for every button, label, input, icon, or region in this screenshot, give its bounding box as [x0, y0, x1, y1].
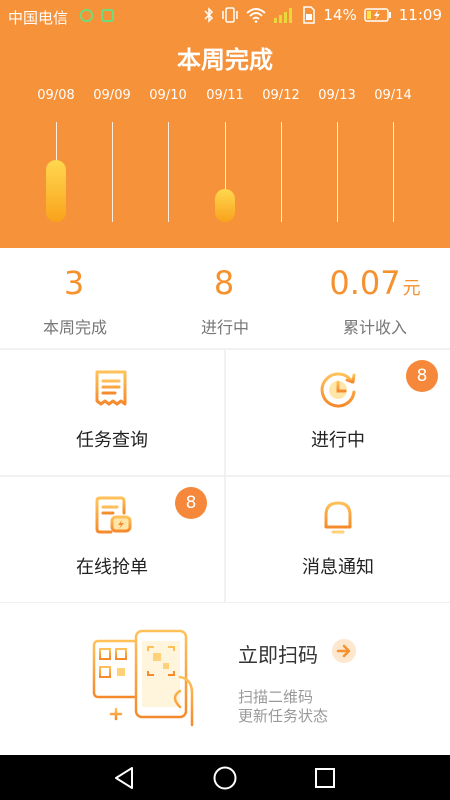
scan-qr-banner[interactable]: 立即扫码 扫描二维码 更新任务状态: [0, 603, 450, 755]
status-bar: 中国电信 14% 11:09: [0, 0, 450, 32]
app-notification-icon: [101, 9, 114, 22]
back-icon[interactable]: [112, 765, 138, 791]
stat-number: 8: [213, 264, 235, 302]
date-label: 09/11: [206, 88, 244, 103]
date-label: 09/14: [374, 88, 412, 103]
stat-value: 0.07 元: [300, 264, 450, 302]
day-track-line: [337, 122, 338, 222]
notifications-label: 消息通知: [302, 557, 374, 578]
grab-order-button[interactable]: 在线抢单 8: [0, 477, 224, 602]
scan-subtitle-line1: 扫描二维码: [238, 688, 314, 706]
date-label: 09/10: [149, 88, 187, 103]
home-icon[interactable]: [212, 765, 238, 791]
day-progress-bar: [46, 160, 66, 222]
stat-unit: 元: [402, 278, 421, 299]
in-progress-button[interactable]: 进行中 8: [226, 350, 450, 475]
receipt-icon: [95, 370, 127, 406]
battery-percent: 14%: [323, 6, 357, 24]
stat-value: 8: [150, 264, 300, 302]
page-title: 本周完成: [177, 46, 273, 74]
weekly-progress-tracks: [0, 122, 450, 222]
vibrate-icon: [222, 7, 239, 23]
notifications-button[interactable]: 消息通知: [226, 477, 450, 602]
battery-charging-icon: [364, 8, 391, 22]
arrow-right-icon[interactable]: [332, 639, 356, 663]
day-track-line: [393, 122, 394, 222]
day-track-line: [112, 122, 113, 222]
grab-order-badge: 8: [175, 487, 207, 519]
clock-time: 11:09: [398, 6, 442, 24]
in-progress-label: 进行中: [311, 430, 365, 451]
stat-in-progress[interactable]: 8 进行中: [150, 248, 300, 348]
scan-subtitle-line2: 更新任务状态: [238, 707, 329, 725]
phone-scan-qr-icon: [92, 629, 194, 727]
stat-week-completed[interactable]: 3 本周完成: [0, 248, 150, 348]
order-bolt-icon: [95, 496, 132, 534]
stats-row: 3 本周完成 8 进行中 0.07 元 累计收入: [0, 248, 450, 348]
task-query-label: 任务查询: [76, 430, 148, 451]
stat-label: 进行中: [200, 318, 249, 337]
stat-label: 累计收入: [342, 318, 407, 337]
scan-title: 立即扫码: [238, 643, 318, 667]
stat-number: 0.07: [329, 264, 401, 302]
bluetooth-icon: [204, 7, 214, 23]
day-track-line: [168, 122, 169, 222]
day-track-line: [281, 122, 282, 222]
date-label: 09/12: [262, 88, 300, 103]
bell-icon: [320, 497, 356, 534]
signal-icon: [274, 8, 293, 23]
weekly-header: 中国电信 14% 11:09 本周完成 09/08 09/09 09/10 09…: [0, 0, 450, 248]
date-label: 09/08: [37, 88, 75, 103]
notification-icon: [80, 9, 93, 22]
stat-number: 3: [63, 264, 85, 302]
wifi-icon: [246, 8, 267, 23]
task-query-button[interactable]: 任务查询: [0, 350, 224, 475]
day-progress-bar: [215, 189, 235, 222]
recents-icon[interactable]: [312, 765, 338, 791]
grab-order-label: 在线抢单: [76, 557, 148, 578]
carrier-name: 中国电信: [8, 9, 69, 27]
stat-value: 3: [0, 264, 150, 302]
system-nav-bar: [0, 755, 450, 800]
sim-icon: [303, 6, 316, 24]
stat-label: 本周完成: [42, 318, 107, 337]
feature-grid: 任务查询 进行中 8 在线抢单 8 消息通知: [0, 350, 450, 602]
date-label: 09/13: [318, 88, 356, 103]
stat-total-income[interactable]: 0.07 元 累计收入: [300, 248, 450, 348]
clock-refresh-icon: [320, 372, 356, 408]
date-label: 09/09: [93, 88, 131, 103]
in-progress-badge: 8: [406, 360, 438, 392]
date-labels: 09/08 09/09 09/10 09/11 09/12 09/13 09/1…: [0, 88, 450, 108]
